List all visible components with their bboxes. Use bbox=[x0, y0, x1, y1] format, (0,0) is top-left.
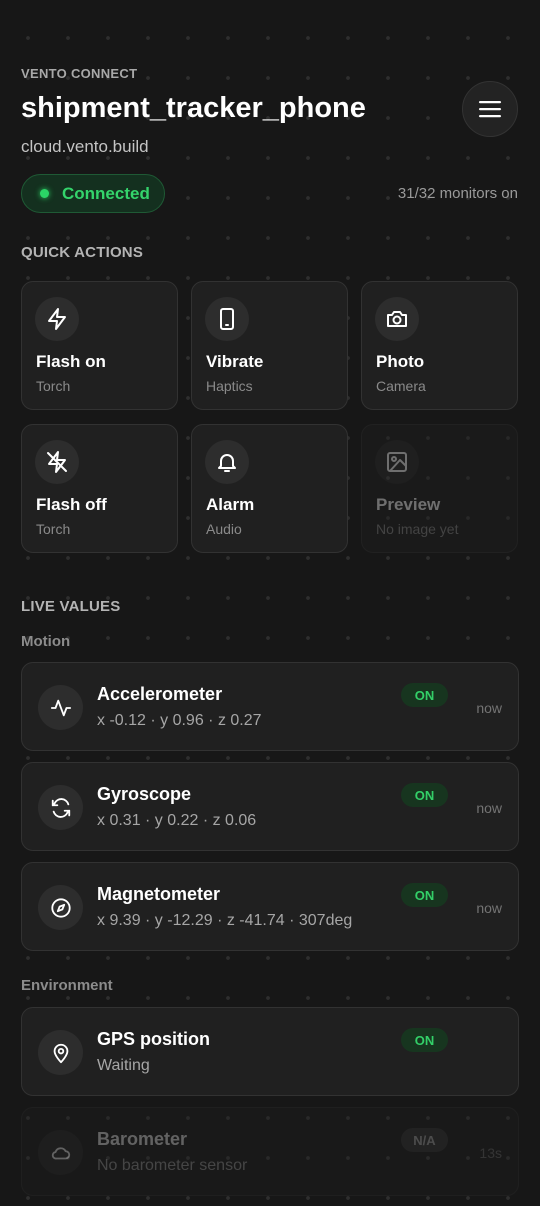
action-label: Preview bbox=[376, 495, 441, 514]
action-sublabel: Audio bbox=[206, 521, 242, 537]
phone-icon bbox=[205, 297, 249, 341]
sensor-name: Magnetometer bbox=[97, 884, 221, 904]
group-title-motion: Motion bbox=[21, 633, 71, 650]
action-alarm[interactable]: Alarm Audio bbox=[191, 424, 348, 553]
sensor-status-badge[interactable]: ON bbox=[401, 883, 448, 907]
sensor-card-magnetometer[interactable]: Magnetometer x 9.39 · y -12.29 · z -41.7… bbox=[21, 862, 519, 951]
sensor-name: GPS position bbox=[97, 1029, 211, 1049]
action-preview: Preview No image yet bbox=[361, 424, 518, 553]
sensor-name: Gyroscope bbox=[97, 784, 192, 804]
camera-icon bbox=[375, 297, 419, 341]
action-label: Flash off bbox=[36, 495, 107, 514]
sensor-name: Accelerometer bbox=[97, 684, 223, 704]
action-sublabel: Torch bbox=[36, 521, 71, 537]
image-icon bbox=[375, 440, 419, 484]
sensor-timestamp: 13s bbox=[479, 1145, 502, 1161]
sensor-value: No barometer sensor bbox=[97, 1157, 248, 1174]
menu-icon bbox=[478, 99, 502, 119]
app-screen: VENTO CONNECT shipment_tracker_phone clo… bbox=[0, 0, 540, 1206]
sensor-timestamp: now bbox=[476, 900, 502, 916]
sensor-card-accelerometer[interactable]: Accelerometer x -0.12 · y 0.96 · z 0.27 … bbox=[21, 662, 519, 751]
quick-actions-title: QUICK ACTIONS bbox=[21, 244, 144, 261]
sensor-value: x 9.39 · y -12.29 · z -41.74 · 307deg bbox=[97, 912, 353, 929]
sensor-value: x 0.31 · y 0.22 · z 0.06 bbox=[97, 812, 257, 829]
cloud-icon bbox=[38, 1130, 83, 1175]
action-sublabel: No image yet bbox=[376, 521, 459, 537]
sensor-card-barometer: Barometer No barometer sensor N/A 13s bbox=[21, 1107, 519, 1196]
action-flash-off[interactable]: Flash off Torch bbox=[21, 424, 178, 553]
sensor-value: x -0.12 · y 0.96 · z 0.27 bbox=[97, 712, 262, 729]
action-label: Alarm bbox=[206, 495, 255, 514]
bell-icon bbox=[205, 440, 249, 484]
action-vibrate[interactable]: Vibrate Haptics bbox=[191, 281, 348, 410]
connection-status-badge: Connected bbox=[21, 174, 165, 213]
sensor-status-badge[interactable]: ON bbox=[401, 783, 448, 807]
action-label: Flash on bbox=[36, 352, 106, 371]
status-dot-icon bbox=[40, 189, 49, 198]
group-title-environment: Environment bbox=[21, 977, 113, 994]
device-name: shipment_tracker_phone bbox=[21, 92, 366, 124]
action-sublabel: Haptics bbox=[206, 378, 253, 394]
brand-label: VENTO CONNECT bbox=[21, 66, 138, 81]
sensor-value: Waiting bbox=[97, 1057, 150, 1074]
monitors-count: 31/32 monitors on bbox=[397, 185, 518, 202]
map-pin-icon bbox=[38, 1030, 83, 1075]
live-values-title: LIVE VALUES bbox=[21, 598, 121, 615]
action-label: Vibrate bbox=[206, 352, 264, 371]
action-flash-on[interactable]: Flash on Torch bbox=[21, 281, 178, 410]
sensor-timestamp: now bbox=[476, 800, 502, 816]
action-sublabel: Torch bbox=[36, 378, 71, 394]
sensor-timestamp: now bbox=[476, 700, 502, 716]
sensor-status-badge[interactable]: ON bbox=[401, 683, 448, 707]
menu-button[interactable] bbox=[462, 81, 518, 137]
flash-icon bbox=[35, 297, 79, 341]
activity-icon bbox=[38, 685, 83, 730]
sensor-name: Barometer bbox=[97, 1129, 188, 1149]
sensor-card-gps[interactable]: GPS position Waiting ON bbox=[21, 1007, 519, 1096]
host-label: cloud.vento.build bbox=[21, 137, 149, 156]
connection-status-text: Connected bbox=[62, 183, 150, 203]
action-photo[interactable]: Photo Camera bbox=[361, 281, 518, 410]
sensor-status-badge[interactable]: ON bbox=[401, 1028, 448, 1052]
compass-icon bbox=[38, 885, 83, 930]
flash-off-icon bbox=[35, 440, 79, 484]
refresh-icon bbox=[38, 785, 83, 830]
sensor-status-badge: N/A bbox=[401, 1128, 448, 1152]
action-sublabel: Camera bbox=[376, 378, 426, 394]
sensor-card-gyroscope[interactable]: Gyroscope x 0.31 · y 0.22 · z 0.06 ON no… bbox=[21, 762, 519, 851]
action-label: Photo bbox=[376, 352, 425, 371]
